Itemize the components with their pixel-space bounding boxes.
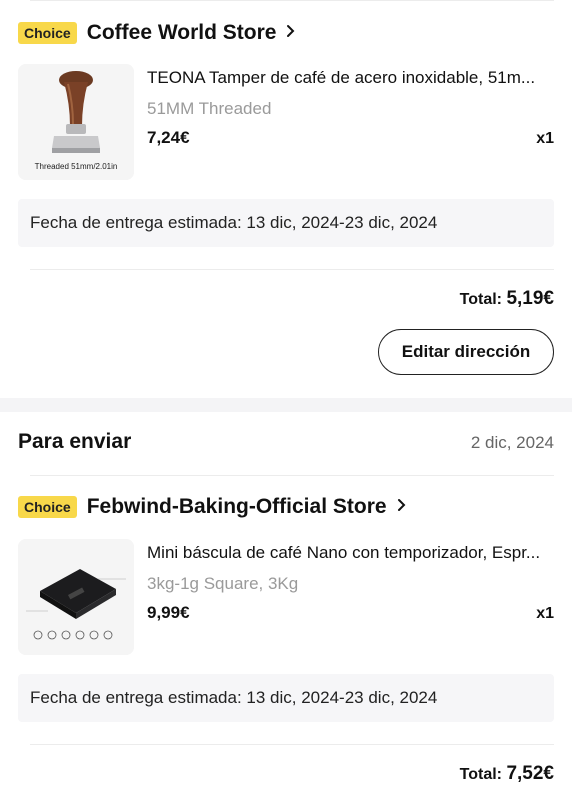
total-label: Total: — [459, 766, 502, 783]
order-total: Total: 7,52€ — [460, 763, 554, 785]
product-quantity: x1 — [536, 130, 554, 147]
top-divider — [30, 0, 554, 1]
product-title[interactable]: TEONA Tamper de café de acero inoxidable… — [147, 68, 557, 88]
product-variant: 3kg-1g Square, 3Kg — [147, 574, 299, 593]
store-header-coffee-world[interactable]: Choice Coffee World Store — [18, 17, 295, 49]
store-header-febwind[interactable]: Choice Febwind-Baking-Official Store — [18, 491, 406, 523]
section-title: Para enviar — [18, 430, 132, 453]
scale-illustration — [18, 539, 134, 655]
product-price: 7,24€ — [147, 128, 190, 147]
product-image-scale[interactable] — [18, 539, 134, 655]
choice-badge: Choice — [18, 496, 77, 518]
delivery-estimate: Fecha de entrega estimada: 13 dic, 2024-… — [18, 674, 554, 722]
total-label: Total: — [459, 291, 502, 308]
section-date: 2 dic, 2024 — [470, 433, 554, 452]
total-value: 7,52€ — [506, 763, 554, 784]
edit-address-button[interactable]: Editar dirección — [378, 329, 554, 375]
product-price: 9,99€ — [147, 603, 190, 622]
delivery-estimate-text: Fecha de entrega estimada: 13 dic, 2024-… — [30, 213, 438, 232]
divider — [30, 475, 554, 476]
product-image-tamper[interactable]: Threaded 51mm/2.01in — [18, 64, 134, 180]
order-total: Total: 5,19€ — [460, 288, 554, 310]
section-separator — [0, 398, 572, 412]
product-title[interactable]: Mini báscula de café Nano con temporizad… — [147, 543, 557, 563]
store-name[interactable]: Coffee World Store — [87, 21, 277, 45]
product-image-caption: Threaded 51mm/2.01in — [34, 162, 118, 171]
chevron-right-icon[interactable] — [397, 498, 406, 517]
product-variant: 51MM Threaded — [147, 99, 272, 118]
chevron-right-icon[interactable] — [286, 24, 295, 43]
divider — [30, 744, 554, 745]
delivery-estimate-text: Fecha de entrega estimada: 13 dic, 2024-… — [30, 688, 438, 707]
choice-badge: Choice — [18, 22, 77, 44]
divider — [30, 269, 554, 270]
total-value: 5,19€ — [506, 288, 554, 309]
store-name[interactable]: Febwind-Baking-Official Store — [87, 495, 387, 519]
product-quantity: x1 — [536, 605, 554, 622]
delivery-estimate: Fecha de entrega estimada: 13 dic, 2024-… — [18, 199, 554, 247]
